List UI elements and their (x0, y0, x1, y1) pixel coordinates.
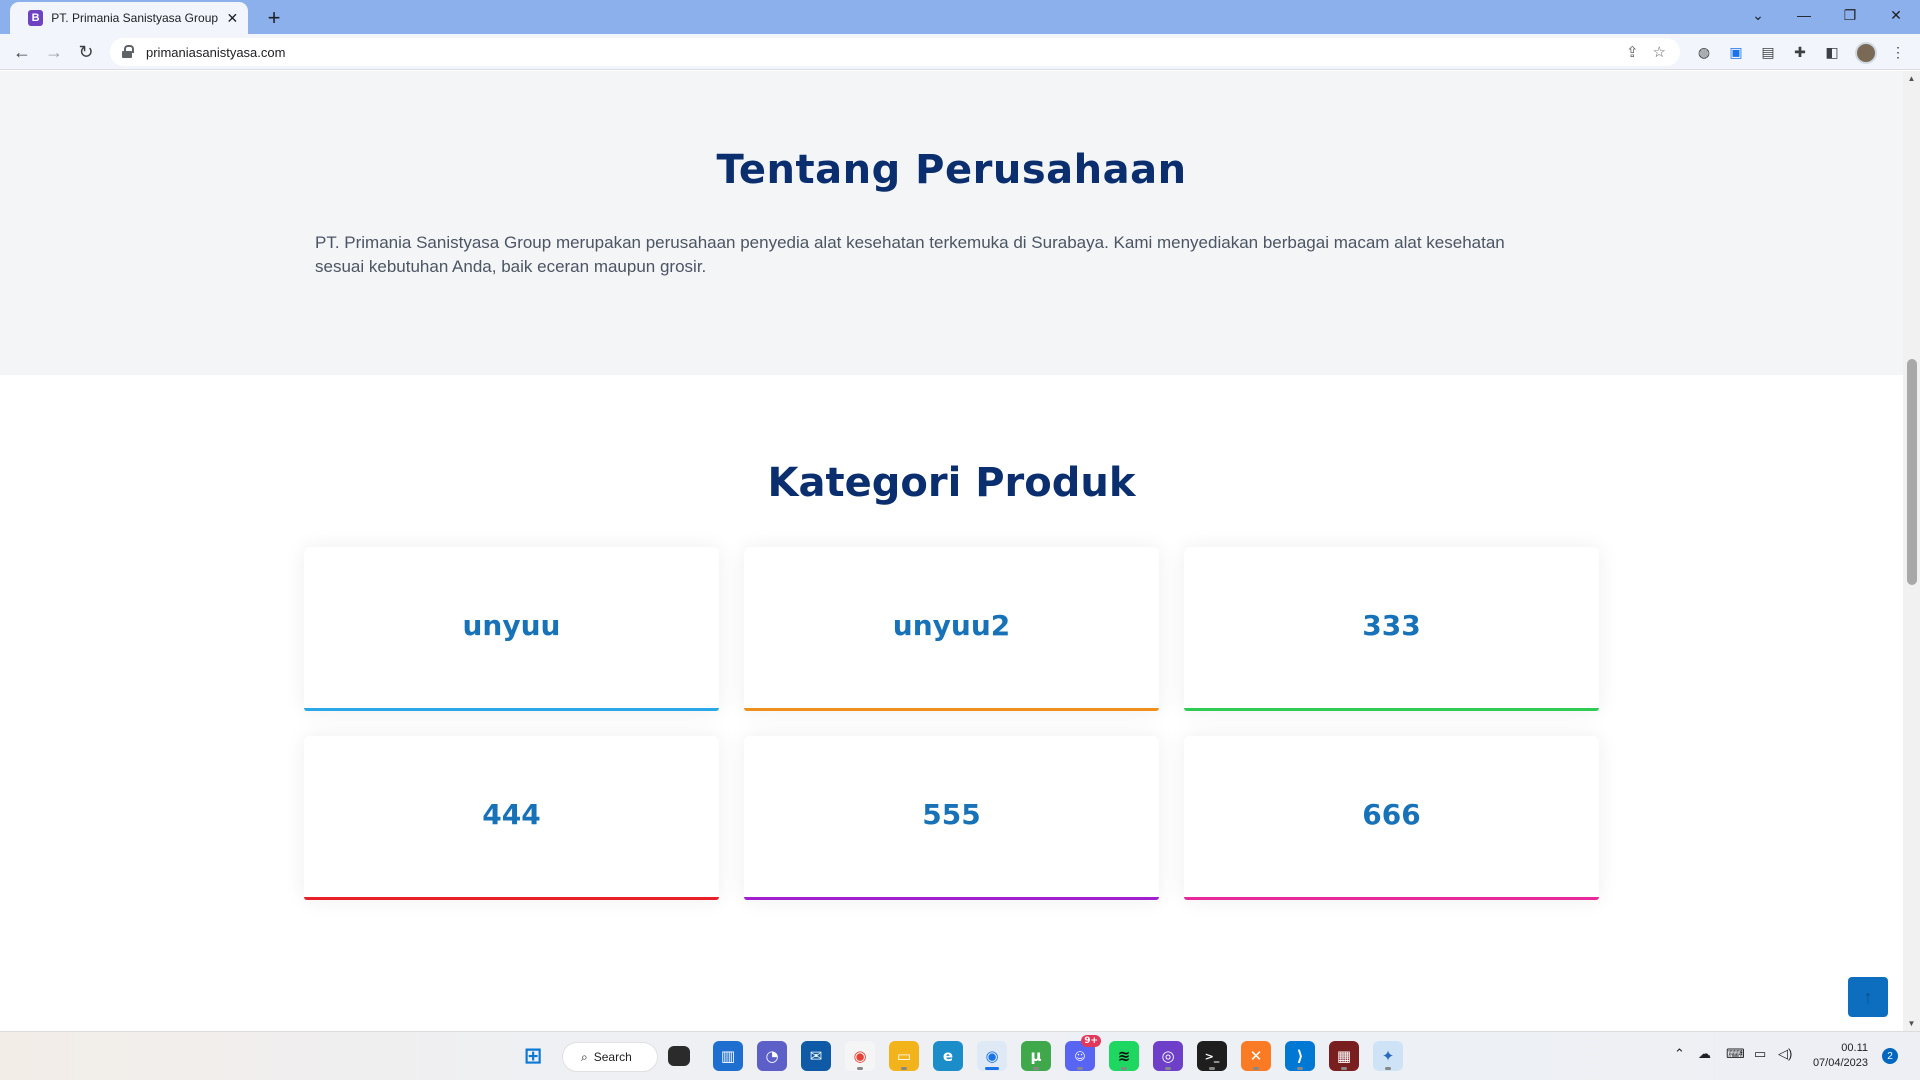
chrome-icon[interactable]: ◉ (977, 1041, 1007, 1071)
mail-icon[interactable]: ✉ (801, 1041, 831, 1071)
github-desktop-icon[interactable]: ◎ (1153, 1041, 1183, 1071)
translate-extension-icon[interactable]: ◍ (1694, 42, 1714, 62)
show-hidden-icons-chevron-icon[interactable]: ⌃ (1674, 1046, 1685, 1062)
taskbar-search-button[interactable]: ⌕ Search (562, 1042, 658, 1072)
about-title: Tentang Perusahaan (716, 147, 1187, 193)
category-label[interactable]: unyuu2 (893, 609, 1010, 642)
google-chrome-canary-icon[interactable]: ◉ (845, 1041, 875, 1071)
profile-avatar[interactable] (1855, 42, 1877, 64)
windows-taskbar: ⊞ ⌕ Search ▥ ◔ ✉ ◉ ▭ e ◉ μ 9+ ☺ ≋ ◎ >_ ✕ … (0, 1031, 1920, 1080)
task-view-icon[interactable] (668, 1046, 690, 1066)
teams-chat-icon[interactable]: ◔ (757, 1041, 787, 1071)
widgets-icon[interactable]: ▥ (713, 1041, 743, 1071)
bootstrap-favicon-icon: B (28, 10, 44, 26)
category-card[interactable]: 666 (1184, 736, 1599, 900)
page-scrollbar[interactable]: ▲ ▼ (1903, 71, 1920, 1031)
xampp-icon[interactable]: ✕ (1241, 1041, 1271, 1071)
scrollbar-thumb[interactable] (1907, 359, 1917, 585)
category-accent-bar (304, 708, 719, 711)
minimize-button[interactable]: — (1788, 0, 1820, 30)
back-arrow-icon[interactable]: ← (10, 40, 34, 64)
volume-icon[interactable]: ◁) (1778, 1046, 1792, 1062)
taskbar-search-label: Search (593, 1050, 632, 1064)
discord-badge: 9+ (1081, 1035, 1101, 1047)
vscode-icon[interactable]: ⟩ (1285, 1041, 1315, 1071)
category-label[interactable]: 666 (1362, 798, 1420, 831)
category-label[interactable]: 444 (482, 798, 540, 831)
lock-icon[interactable] (122, 45, 134, 59)
onedrive-icon[interactable]: ☁ (1698, 1046, 1711, 1062)
categories-title: Kategori Produk (767, 460, 1136, 506)
bookmark-star-icon[interactable]: ☆ (1653, 43, 1666, 61)
about-section: Tentang Perusahaan PT. Primania Sanistya… (0, 71, 1903, 375)
winrar-icon[interactable]: ▦ (1329, 1041, 1359, 1071)
clock-time: 00.11 (1841, 1042, 1868, 1054)
terminal-icon[interactable]: >_ (1197, 1041, 1227, 1071)
utorrent-icon[interactable]: μ (1021, 1041, 1051, 1071)
menu-kebab-icon[interactable]: ⋮ (1888, 42, 1908, 62)
close-window-button[interactable]: ✕ (1880, 0, 1912, 30)
spotify-icon[interactable]: ≋ (1109, 1041, 1139, 1071)
category-accent-bar (744, 708, 1159, 711)
screen-extension-icon[interactable]: ▤ (1758, 42, 1778, 62)
category-label[interactable]: 555 (922, 798, 980, 831)
windows-start-icon[interactable]: ⊞ (518, 1041, 548, 1071)
page-viewport: Tentang Perusahaan PT. Primania Sanistya… (0, 71, 1903, 1031)
tab-close-icon[interactable]: ✕ (225, 10, 240, 27)
tab-title: PT. Primania Sanistyasa Group - S (51, 11, 219, 25)
browser-toolbar: ← → ↻ primaniasanistyasa.com ⇪ ☆ ◍ ▣ ▤ ✚… (0, 34, 1920, 70)
forward-arrow-icon[interactable]: → (42, 40, 66, 64)
scroll-up-arrow-icon[interactable]: ▲ (1907, 74, 1916, 83)
discord-icon[interactable]: 9+ ☺ (1065, 1035, 1101, 1071)
search-icon: ⌕ (581, 1049, 588, 1064)
edge-browser-icon[interactable]: e (933, 1041, 963, 1071)
extensions-puzzle-icon[interactable]: ✚ (1790, 42, 1810, 62)
category-accent-bar (304, 897, 719, 900)
browser-tab[interactable]: B PT. Primania Sanistyasa Group - S ✕ (10, 2, 248, 34)
category-label[interactable]: unyuu (463, 609, 561, 642)
file-explorer-icon[interactable]: ▭ (889, 1041, 919, 1071)
new-tab-button[interactable]: + (260, 4, 288, 32)
app-icon[interactable]: ✦ (1373, 1041, 1403, 1071)
tab-search-chevron-icon[interactable]: ⌄ (1742, 0, 1774, 30)
category-accent-bar (1184, 708, 1599, 711)
restore-button[interactable]: ❐ (1834, 0, 1866, 30)
notification-count-badge[interactable]: 2 (1882, 1048, 1898, 1064)
browser-tab-strip: B PT. Primania Sanistyasa Group - S ✕ + … (0, 0, 1920, 34)
extension-icon[interactable]: ▣ (1726, 42, 1746, 62)
network-icon[interactable]: ▭ (1754, 1046, 1766, 1062)
category-card[interactable]: 333 (1184, 547, 1599, 711)
category-accent-bar (1184, 897, 1599, 900)
arrow-up-icon: ↑ (1863, 986, 1873, 1007)
category-label[interactable]: 333 (1362, 609, 1420, 642)
keyboard-icon[interactable]: ⌨ (1726, 1046, 1745, 1062)
address-bar[interactable]: primaniasanistyasa.com ⇪ ☆ (110, 38, 1680, 66)
category-card[interactable]: unyuu2 (744, 547, 1159, 711)
about-text: PT. Primania Sanistyasa Group merupakan … (315, 233, 1505, 276)
taskbar-clock[interactable]: 00.11 07/04/2023 (1812, 1041, 1868, 1071)
category-card[interactable]: unyuu (304, 547, 719, 711)
category-accent-bar (744, 897, 1159, 900)
side-panel-icon[interactable]: ◧ (1822, 42, 1842, 62)
reload-icon[interactable]: ↻ (74, 40, 98, 64)
clock-date: 07/04/2023 (1812, 1057, 1868, 1069)
category-card[interactable]: 555 (744, 736, 1159, 900)
back-to-top-button[interactable]: ↑ (1848, 977, 1888, 1017)
share-icon[interactable]: ⇪ (1626, 43, 1639, 61)
url-text[interactable]: primaniasanistyasa.com (146, 45, 285, 60)
category-card[interactable]: 444 (304, 736, 719, 900)
scroll-down-arrow-icon[interactable]: ▼ (1907, 1019, 1916, 1028)
